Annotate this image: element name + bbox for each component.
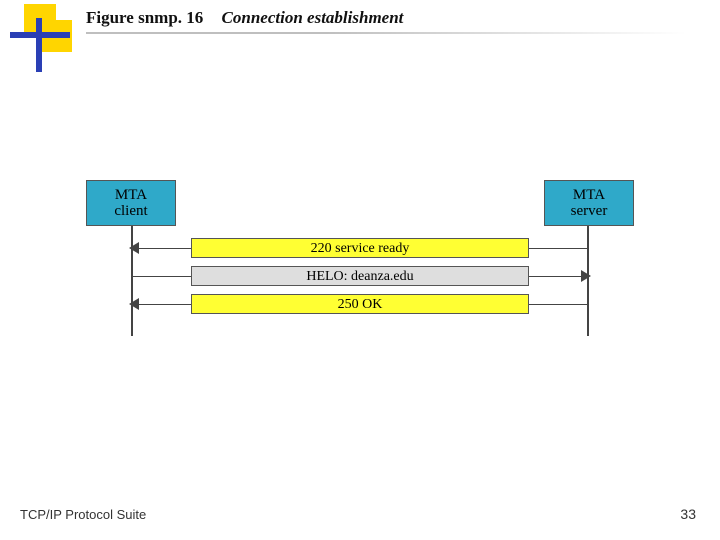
endpoint-server-l2: server [545, 203, 633, 220]
page-number: 33 [680, 506, 696, 522]
endpoint-client-l2: client [87, 203, 175, 220]
message-3-label: 250 OK [191, 294, 529, 314]
message-3: 250 OK [131, 294, 589, 316]
title-underline [86, 32, 686, 34]
endpoint-client: MTA client [86, 180, 176, 226]
arrow-left-icon [129, 298, 139, 310]
message-2-label: HELO: deanza.edu [191, 266, 529, 286]
arrow-left-icon [129, 242, 139, 254]
sequence-diagram: MTA client MTA server 220 service ready … [70, 180, 650, 350]
endpoint-server: MTA server [544, 180, 634, 226]
corner-logo [10, 4, 70, 74]
figure-title: Figure snmp. 16 Connection establishment [86, 8, 403, 28]
footer-text: TCP/IP Protocol Suite [20, 507, 146, 522]
slide: Figure snmp. 16 Connection establishment… [0, 0, 720, 540]
endpoint-server-l1: MTA [545, 187, 633, 204]
arrow-right-icon [581, 270, 591, 282]
message-1: 220 service ready [131, 238, 589, 260]
message-1-label: 220 service ready [191, 238, 529, 258]
figure-number: Figure snmp. 16 [86, 8, 203, 27]
message-2: HELO: deanza.edu [131, 266, 589, 288]
figure-caption: Connection establishment [222, 8, 404, 27]
endpoint-client-l1: MTA [87, 187, 175, 204]
